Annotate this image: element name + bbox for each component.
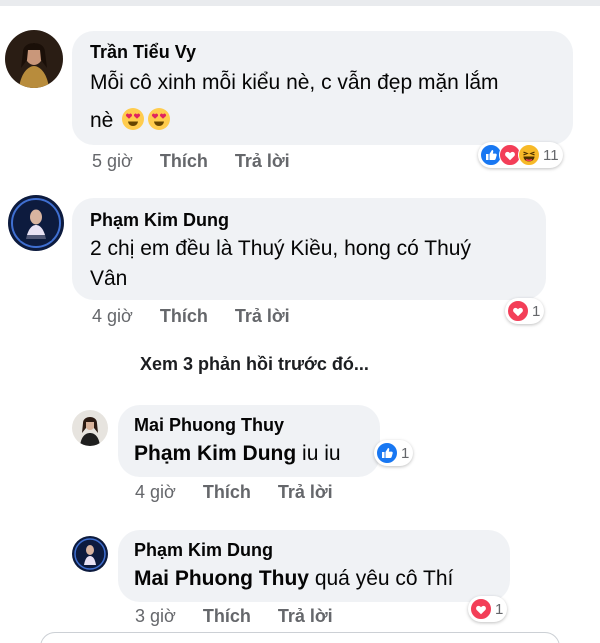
reply-author[interactable]: Mai Phuong Thuy bbox=[134, 415, 284, 436]
avatar-image bbox=[5, 30, 63, 88]
reply-time[interactable]: 3 giờ bbox=[135, 606, 176, 627]
reply-input-box[interactable] bbox=[40, 632, 560, 643]
comment-text-line1: Mỗi cô xinh mỗi kiểu nè, c vẫn đẹp mặn l… bbox=[90, 71, 499, 94]
comment-text: 2 chị em đều là Thuý Kiều, hong có Thuý bbox=[90, 232, 471, 266]
reaction-count: 11 bbox=[543, 146, 559, 164]
heart-eyes-emoji-icon bbox=[121, 107, 145, 131]
comment-text-line1: 2 chị em đều là Thuý Kiều, hong có Thuý bbox=[90, 237, 471, 260]
like-button[interactable]: Thích bbox=[203, 606, 251, 627]
reply-meta: 4 giờ Thích Trả lời bbox=[135, 482, 355, 503]
reply-button[interactable]: Trả lời bbox=[278, 606, 333, 627]
reply-author[interactable]: Phạm Kim Dung bbox=[134, 540, 273, 561]
reaction-summary[interactable]: 1 bbox=[374, 440, 414, 466]
comment-time[interactable]: 4 giờ bbox=[92, 306, 133, 327]
comment-text: Mỗi cô xinh mỗi kiểu nè, c vẫn đẹp mặn l… bbox=[90, 66, 499, 100]
avatar-pham-kim-dung[interactable] bbox=[72, 536, 108, 572]
avatar-image bbox=[8, 195, 64, 251]
avatar-pham-kim-dung[interactable] bbox=[8, 195, 64, 251]
view-previous-replies-link[interactable]: Xem 3 phản hồi trước đó... bbox=[140, 354, 369, 375]
top-divider bbox=[0, 0, 600, 6]
reaction-count: 1 bbox=[495, 600, 504, 618]
like-button[interactable]: Thích bbox=[203, 482, 251, 503]
mention-link[interactable]: Mai Phuong Thuy bbox=[134, 567, 309, 590]
mention-link[interactable]: Phạm Kim Dung bbox=[134, 442, 296, 465]
reply-button[interactable]: Trả lời bbox=[235, 306, 290, 327]
haha-reaction-icon bbox=[518, 144, 540, 166]
reaction-summary[interactable]: 1 bbox=[505, 298, 545, 324]
heart-eyes-emoji-icon bbox=[147, 107, 171, 131]
comment-author[interactable]: Phạm Kim Dung bbox=[90, 210, 229, 231]
reaction-summary[interactable]: 1 bbox=[468, 596, 508, 622]
reply-text-body: iu iu bbox=[296, 442, 341, 465]
like-button[interactable]: Thích bbox=[160, 306, 208, 327]
reply-time[interactable]: 4 giờ bbox=[135, 482, 176, 503]
like-button[interactable]: Thích bbox=[160, 151, 208, 172]
comment-text-cont: Vân bbox=[90, 262, 127, 296]
reply-button[interactable]: Trả lời bbox=[235, 151, 290, 172]
reply-button[interactable]: Trả lời bbox=[278, 482, 333, 503]
comment-meta: 5 giờ Thích Trả lời bbox=[92, 151, 312, 172]
reply-text-body: quá yêu cô Thí bbox=[308, 567, 454, 590]
comment-text-line2: nè bbox=[90, 109, 114, 132]
love-reaction-icon bbox=[470, 598, 492, 620]
like-reaction-icon bbox=[376, 442, 398, 464]
comment-text-line2: Vân bbox=[90, 267, 128, 290]
comment-time[interactable]: 5 giờ bbox=[92, 151, 133, 172]
avatar-mai-phuong-thuy[interactable] bbox=[72, 410, 108, 446]
reaction-summary[interactable]: 11 bbox=[478, 142, 563, 168]
avatar-image bbox=[72, 410, 108, 446]
reaction-count: 1 bbox=[532, 302, 541, 320]
reaction-count: 1 bbox=[401, 444, 410, 462]
love-reaction-icon bbox=[507, 300, 529, 322]
reply-meta: 3 giờ Thích Trả lời bbox=[135, 606, 355, 627]
reply-text: Phạm Kim Dung iu iu bbox=[134, 437, 341, 471]
comment-author[interactable]: Trần Tiểu Vy bbox=[90, 42, 196, 63]
reply-text: Mai Phuong Thuy quá yêu cô Thí bbox=[134, 562, 453, 596]
avatar-tran-tieu-vy[interactable] bbox=[5, 30, 63, 88]
avatar-image bbox=[72, 536, 108, 572]
comment-text-cont: nè bbox=[90, 104, 171, 138]
comment-meta: 4 giờ Thích Trả lời bbox=[92, 306, 312, 327]
